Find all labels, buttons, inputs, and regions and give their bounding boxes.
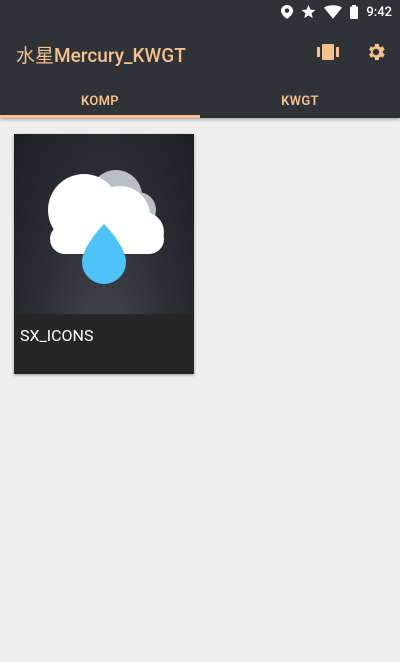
card-view-button[interactable] — [304, 30, 352, 78]
tab-selected-indicator — [0, 115, 200, 118]
battery-icon — [350, 5, 359, 19]
app-title: 水星Mercury_KWGT — [16, 43, 186, 67]
status-bar: 9:42 — [0, 0, 400, 24]
star-icon — [301, 5, 316, 19]
status-time: 9:42 — [366, 4, 392, 20]
tab-komp-label: KOMP — [81, 93, 119, 109]
settings-gear-icon — [365, 41, 387, 67]
item-title: SX_ICONS — [20, 326, 94, 345]
location-icon — [281, 5, 294, 19]
tab-kwgt[interactable]: KWGT — [200, 84, 400, 118]
tab-kwgt-label: KWGT — [281, 93, 319, 109]
item-card[interactable]: SX_ICONS — [14, 134, 194, 374]
tab-bar: KOMP KWGT — [0, 84, 400, 118]
item-thumbnail — [14, 134, 194, 314]
settings-button[interactable] — [352, 30, 400, 78]
tab-komp[interactable]: KOMP — [0, 84, 200, 118]
card-view-icon — [317, 44, 339, 64]
wifi-icon — [324, 5, 343, 19]
app-bar: 水星Mercury_KWGT — [0, 24, 400, 84]
cloud-rain-drop-icon — [48, 170, 164, 284]
